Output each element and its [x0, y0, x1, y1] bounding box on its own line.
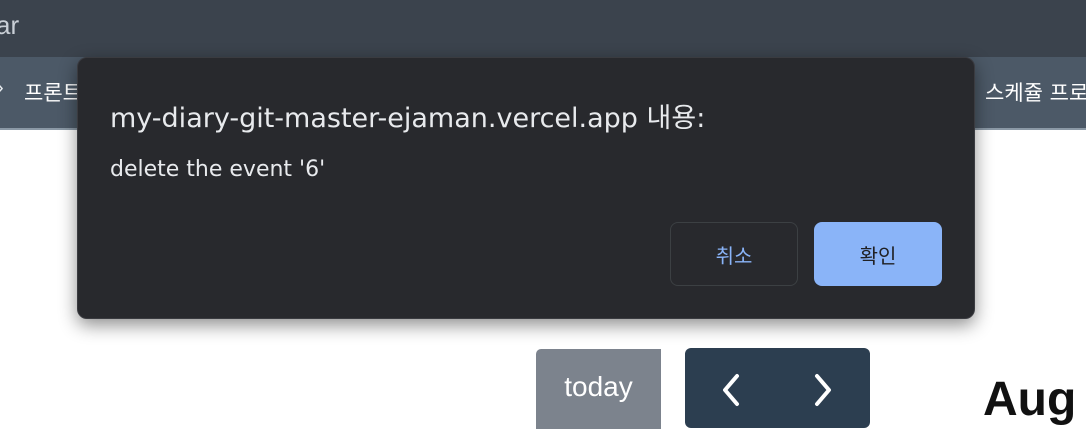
nav-item-schedule[interactable]: 스케쥴 프로	[985, 77, 1086, 107]
confirm-dialog: my-diary-git-master-ejaman.vercel.app 내용…	[77, 57, 975, 319]
chevron-left-icon	[723, 374, 739, 406]
next-month-button[interactable]	[803, 370, 843, 410]
toolbar-text: ar	[0, 10, 20, 40]
today-button[interactable]: today	[536, 349, 661, 429]
dialog-title: my-diary-git-master-ejaman.vercel.app 내용…	[110, 103, 706, 134]
calendar-nav-group	[685, 348, 870, 428]
nav-arrow-icon[interactable]: ›	[0, 77, 4, 100]
chevron-right-icon	[815, 374, 831, 406]
browser-toolbar: ar	[0, 0, 1086, 57]
nav-item-frontend[interactable]: 프론트	[24, 77, 82, 107]
prev-month-button[interactable]	[711, 370, 751, 410]
ok-button[interactable]: 확인	[814, 222, 942, 286]
dialog-message: delete the event '6'	[110, 157, 326, 182]
cancel-button[interactable]: 취소	[670, 222, 798, 286]
calendar-month-title: Aug	[983, 373, 1077, 426]
